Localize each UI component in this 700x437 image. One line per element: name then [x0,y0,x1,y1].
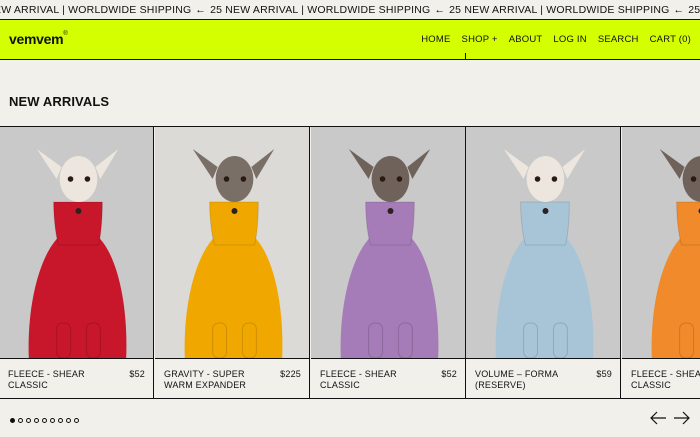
product-image[interactable] [622,127,700,358]
product-image[interactable] [155,127,309,358]
pagination-dot[interactable] [74,418,79,423]
product-image[interactable] [466,127,620,358]
product-info: FLEECE - SHEAR CLASSIC [622,358,700,398]
product-name[interactable]: FLEECE - SHEAR CLASSIC [320,369,420,390]
pagination-dot[interactable] [66,418,71,423]
main-nav: HOME SHOP + ABOUT LOG IN SEARCH CART (0) [410,34,691,45]
nav-cart[interactable]: CART (0) [650,34,691,45]
marquee-arrow: ← [673,4,685,16]
product-price: $225 [280,369,301,379]
product-card[interactable]: GRAVITY - SUPER WARM EXPANDER $225 [155,127,310,398]
pagination-dot[interactable] [18,418,23,423]
marquee-text: EW ARRIVAL | WORLDWIDE SHIPPING [0,4,192,16]
nav-search[interactable]: SEARCH [598,34,639,45]
site-header: vemvem® HOME SHOP + ABOUT LOG IN SEARCH … [0,20,700,60]
nav-about[interactable]: ABOUT [509,34,543,45]
product-info: FLEECE - SHEAR CLASSIC $52 [311,358,465,398]
nav-active-indicator [465,53,466,59]
carousel-controls [649,410,691,426]
pagination-dot[interactable] [26,418,31,423]
marquee-arrow: ← [195,4,207,16]
marquee-text: 25 NEW ARRIVAL | WORLDWIDE SHIPPING [449,4,670,16]
nav-home[interactable]: HOME [421,34,450,45]
product-image[interactable] [311,127,465,358]
product-info: GRAVITY - SUPER WARM EXPANDER $225 [155,358,309,398]
product-card[interactable]: FLEECE - SHEAR CLASSIC [622,127,700,398]
logo[interactable]: vemvem® [9,31,68,47]
logo-text: vemvem [9,31,64,47]
product-name[interactable]: GRAVITY - SUPER WARM EXPANDER [164,369,264,390]
section-title: NEW ARRIVALS [9,94,110,109]
product-name[interactable]: FLEECE - SHEAR CLASSIC [631,369,700,390]
product-image[interactable] [0,127,153,358]
product-info: FLEECE - SHEAR CLASSIC $52 [0,358,153,398]
product-carousel: FLEECE - SHEAR CLASSIC $52 GRAVITY - SUP… [0,126,700,399]
pagination-dot[interactable] [42,418,47,423]
pagination-dot[interactable] [50,418,55,423]
product-card[interactable]: VOLUME – FORMA (RESERVE) $59 [466,127,621,398]
announcement-marquee: EW ARRIVAL | WORLDWIDE SHIPPING ← 25 NEW… [0,0,700,20]
product-price: $59 [596,369,612,379]
product-info: VOLUME – FORMA (RESERVE) $59 [466,358,620,398]
product-name[interactable]: FLEECE - SHEAR CLASSIC [8,369,108,390]
marquee-arrow: ← [434,4,446,16]
arrow-left-icon[interactable] [649,410,667,426]
product-card[interactable]: FLEECE - SHEAR CLASSIC $52 [311,127,466,398]
marquee-text: 25 NEW ARRIVAL | WORLDWIDE SHIPPING [210,4,431,16]
pagination-dot[interactable] [34,418,39,423]
registered-mark: ® [63,31,68,38]
nav-shop[interactable]: SHOP + [462,34,498,45]
product-name[interactable]: VOLUME – FORMA (RESERVE) [475,369,575,390]
product-card[interactable]: FLEECE - SHEAR CLASSIC $52 [0,127,154,398]
pagination-dot[interactable] [58,418,63,423]
pagination-dot[interactable] [10,418,15,423]
marquee-text: 25 NEW ARRIVAL | WORLDWIDE SHIPPING [688,4,700,16]
nav-login[interactable]: LOG IN [553,34,586,45]
carousel-pagination [10,418,79,423]
arrow-right-icon[interactable] [673,410,691,426]
product-price: $52 [129,369,145,379]
product-price: $52 [441,369,457,379]
